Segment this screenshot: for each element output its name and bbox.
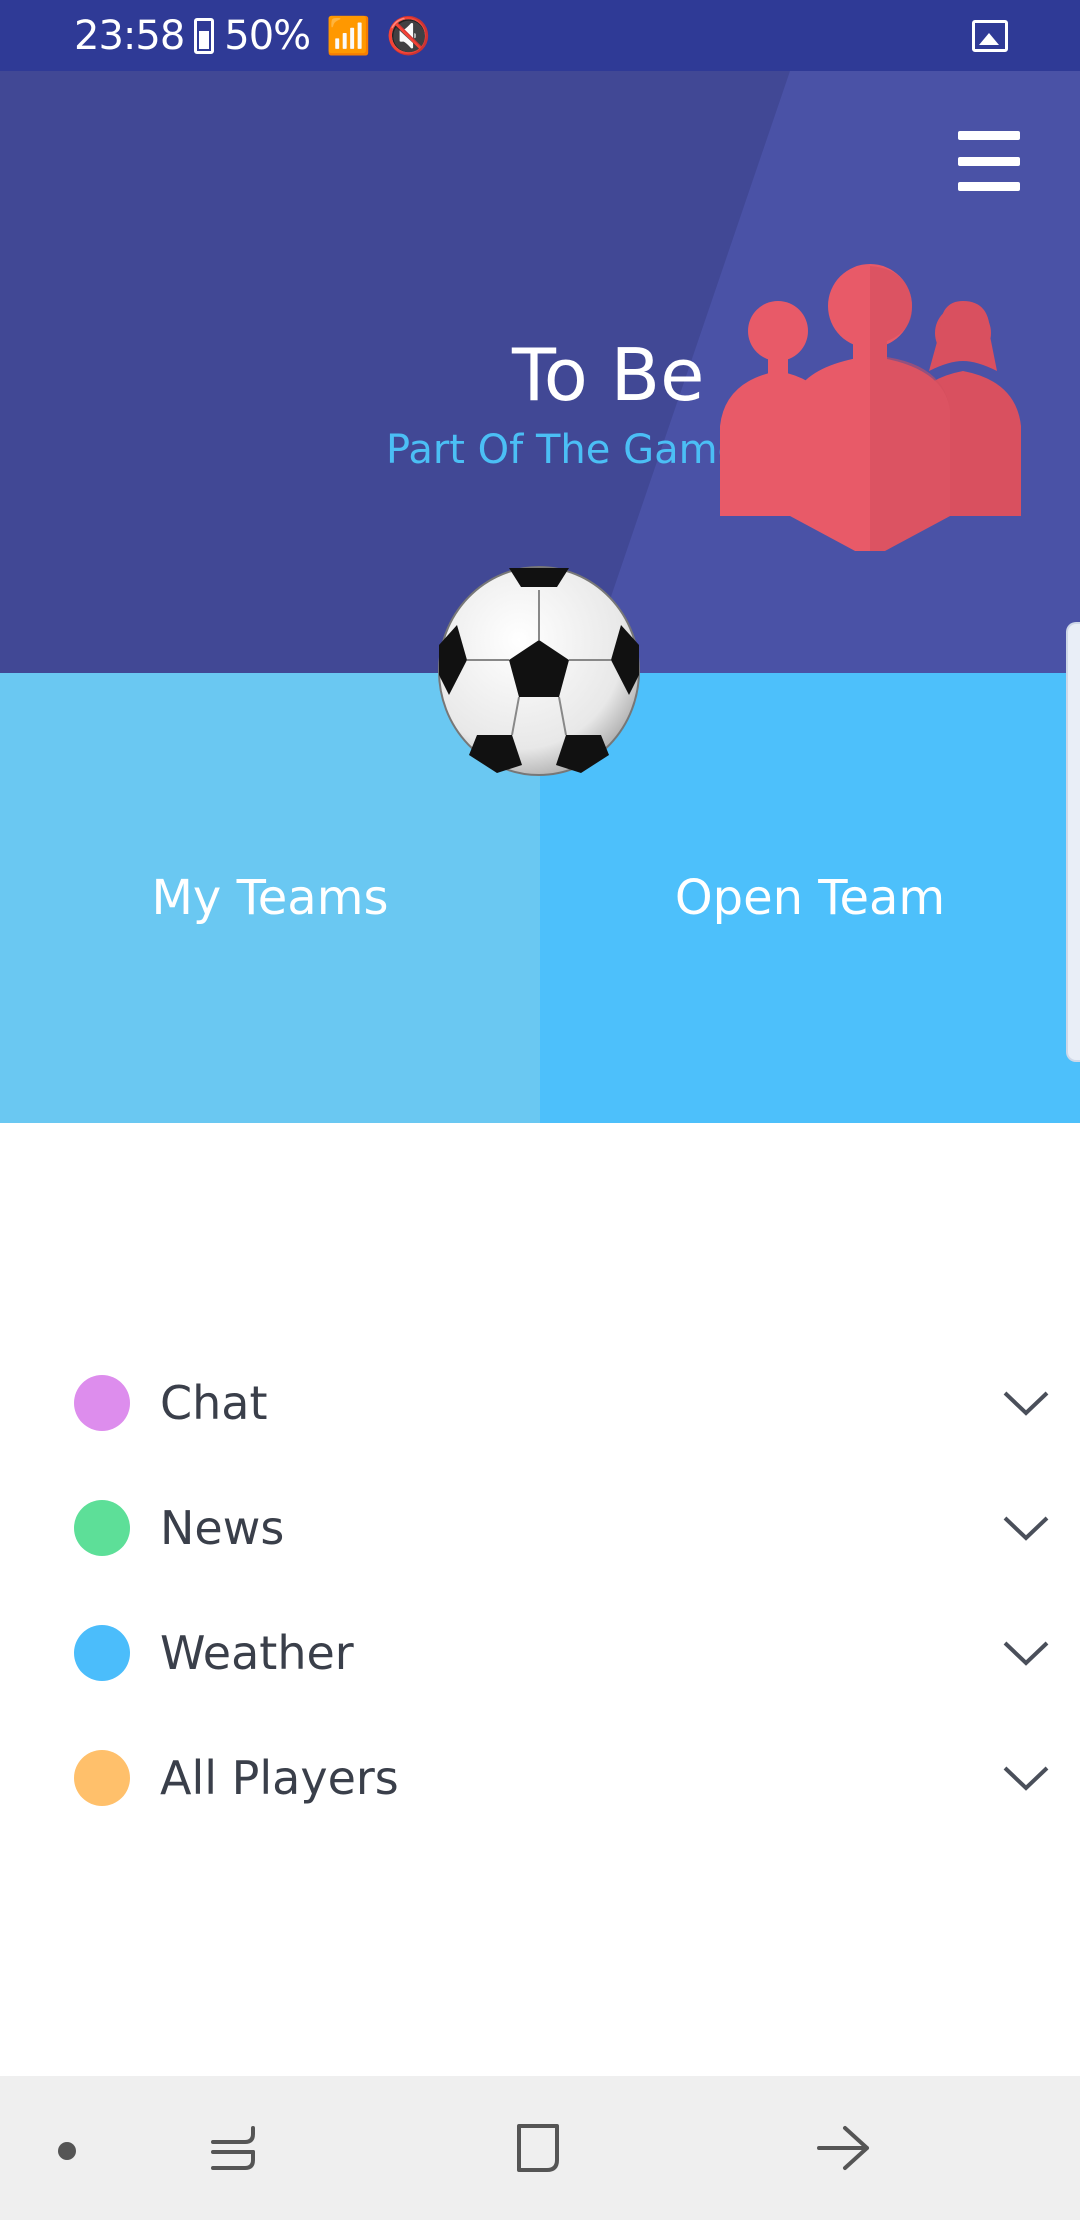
- battery-icon: [194, 17, 215, 54]
- recent-apps-icon[interactable]: [205, 2120, 261, 2176]
- chevron-down-icon[interactable]: [1002, 1389, 1050, 1417]
- mute-icon: 🔇: [386, 15, 431, 57]
- list-item-news[interactable]: News: [0, 1465, 1080, 1590]
- people-group-icon: [720, 264, 1021, 551]
- app-title: To Be: [512, 333, 705, 417]
- signal-icon: 📶: [326, 15, 371, 57]
- list-item-label: Chat: [160, 1375, 268, 1430]
- back-icon[interactable]: [815, 2120, 871, 2176]
- chevron-down-icon[interactable]: [1002, 1514, 1050, 1542]
- home-icon[interactable]: [513, 2122, 563, 2174]
- chevron-down-icon[interactable]: [1002, 1639, 1050, 1667]
- hamburger-menu-icon[interactable]: [958, 131, 1020, 191]
- app-subtitle: Part Of The Game: [386, 427, 743, 473]
- chat-dot-icon: [74, 1374, 130, 1431]
- list-item-label: All Players: [160, 1750, 399, 1805]
- menu-list: Chat News Weather All Players: [0, 1340, 1080, 1840]
- list-item-weather[interactable]: Weather: [0, 1590, 1080, 1715]
- status-info: 23:58 50% 📶 🔇: [74, 12, 431, 59]
- news-dot-icon: [74, 1499, 130, 1556]
- status-bar: 23:58 50% 📶 🔇: [0, 0, 1080, 71]
- list-item-label: News: [160, 1500, 285, 1555]
- gallery-icon: [972, 20, 1008, 52]
- edge-panel-handle[interactable]: [1066, 622, 1080, 1062]
- dot-icon[interactable]: [58, 2142, 76, 2160]
- list-item-all-players[interactable]: All Players: [0, 1715, 1080, 1840]
- weather-dot-icon: [74, 1624, 130, 1681]
- list-item-chat[interactable]: Chat: [0, 1340, 1080, 1465]
- list-item-label: Weather: [160, 1625, 354, 1680]
- soccer-ball-icon: [438, 566, 640, 776]
- chevron-down-icon[interactable]: [1002, 1764, 1050, 1792]
- battery-level: 50%: [224, 12, 311, 59]
- all-players-dot-icon: [74, 1749, 130, 1806]
- navigation-bar: [0, 2076, 1080, 2220]
- clock: 23:58: [74, 12, 185, 59]
